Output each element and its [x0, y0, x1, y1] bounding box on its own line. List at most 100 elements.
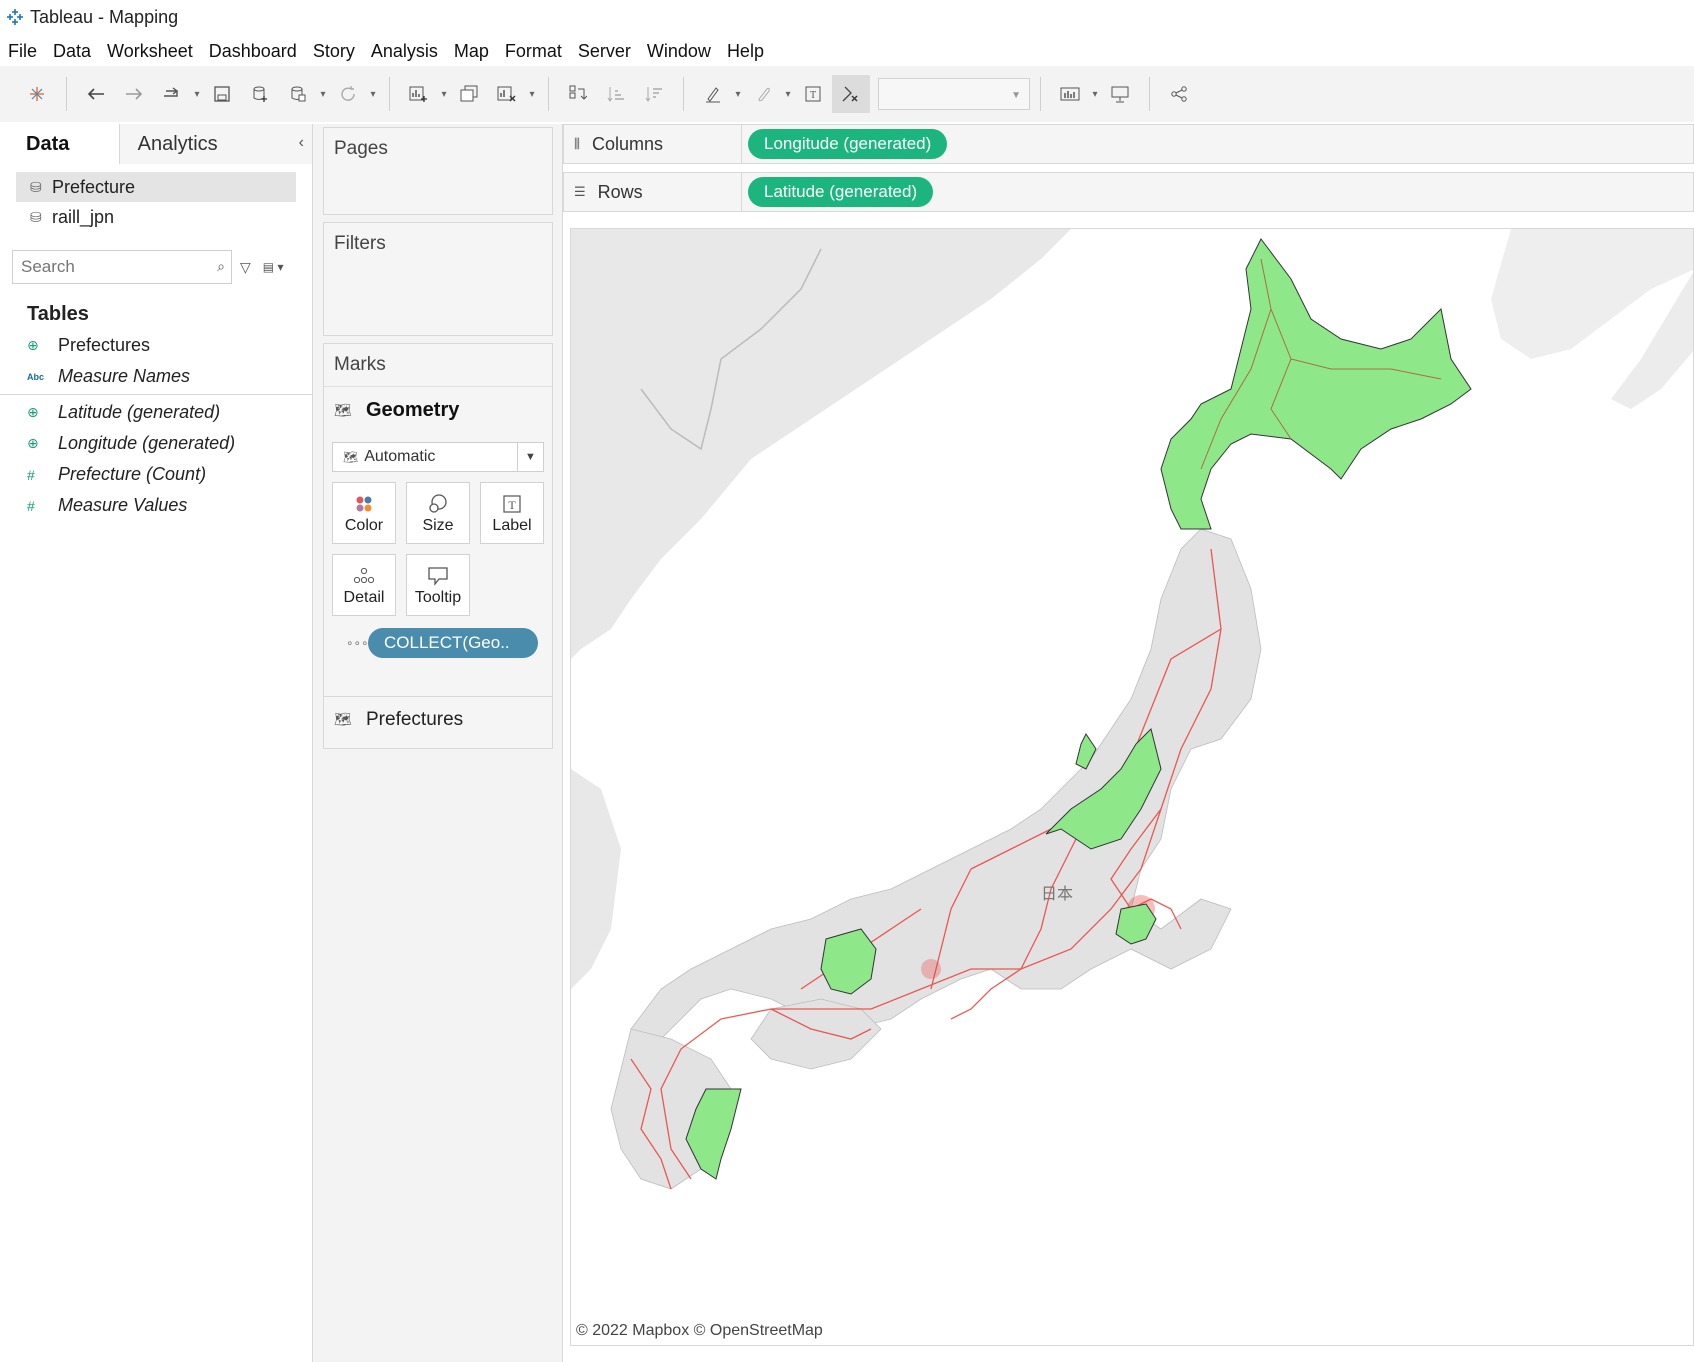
redo-icon[interactable]: [115, 75, 153, 113]
sort-descending-icon[interactable]: [635, 75, 673, 113]
field-latitude-generated[interactable]: ⊕ Latitude (generated): [0, 397, 312, 428]
menu-dashboard[interactable]: Dashboard: [209, 41, 297, 62]
clear-sheet-dropdown-icon[interactable]: ▾: [526, 89, 538, 100]
tables-header: Tables: [27, 302, 89, 325]
search-input[interactable]: [21, 257, 201, 277]
clear-sheet-icon[interactable]: [488, 75, 526, 113]
detail-pill-row: ∘∘∘ COLLECT(Geo..: [324, 628, 552, 658]
columns-icon: ⫼: [574, 136, 580, 151]
korea-landmass: [571, 769, 621, 989]
show-cards-icon[interactable]: [1051, 75, 1089, 113]
replay-icon[interactable]: [153, 75, 191, 113]
abc-icon: Abc: [27, 371, 45, 382]
number-icon: #: [27, 497, 35, 514]
hokkaido-prefecture[interactable]: [1160, 238, 1472, 530]
highlight-dropdown-icon[interactable]: ▾: [732, 89, 744, 100]
map-layer-icon: 🗺: [334, 402, 352, 418]
view-options-icon[interactable]: ▤ ▾: [263, 260, 284, 274]
fit-width-dropdown[interactable]: ▼: [878, 78, 1030, 110]
datasource-label: Prefecture: [52, 176, 136, 197]
collapse-pane-icon[interactable]: ‹: [299, 134, 304, 152]
geo-icon: ⊕: [27, 337, 39, 353]
fix-axes-icon[interactable]: [832, 75, 870, 113]
country-label: 日本: [1041, 884, 1073, 903]
tab-data[interactable]: Data: [0, 124, 120, 164]
replay-dropdown-icon[interactable]: ▾: [191, 89, 203, 100]
search-field[interactable]: ⌕: [12, 250, 232, 284]
refresh-icon[interactable]: [329, 75, 367, 113]
menu-analysis[interactable]: Analysis: [371, 41, 438, 62]
undo-icon[interactable]: [77, 75, 115, 113]
menu-story[interactable]: Story: [313, 41, 355, 62]
menu-format[interactable]: Format: [505, 41, 562, 62]
datasource-options-icon[interactable]: [279, 75, 317, 113]
new-datasource-icon[interactable]: [241, 75, 279, 113]
title-bar: Tableau - Mapping: [0, 0, 1694, 34]
tableau-logo-icon: [7, 9, 23, 25]
map-view[interactable]: 日本: [570, 228, 1694, 1346]
columns-label-box: ⫼ Columns: [564, 125, 742, 163]
filters-card[interactable]: Filters: [323, 222, 553, 336]
rows-shelf[interactable]: ☰ Rows Latitude (generated): [563, 172, 1694, 212]
map-attribution[interactable]: © 2022 Mapbox © OpenStreetMap: [576, 1322, 823, 1340]
filter-icon[interactable]: ▽: [240, 259, 251, 276]
menu-server[interactable]: Server: [578, 41, 631, 62]
size-label: Size: [422, 517, 454, 534]
tab-analytics[interactable]: Analytics: [119, 124, 312, 164]
group-dropdown-icon[interactable]: ▾: [782, 89, 794, 100]
color-button[interactable]: Color: [332, 482, 396, 544]
share-icon[interactable]: [1160, 75, 1198, 113]
map-canvas[interactable]: 日本: [571, 229, 1694, 1346]
datasource-prefecture[interactable]: ⛁ Prefecture: [16, 172, 296, 202]
sort-ascending-icon[interactable]: [597, 75, 635, 113]
window-title: Tableau - Mapping: [30, 6, 179, 27]
field-measure-names[interactable]: Abc Measure Names: [0, 361, 312, 392]
mark-type-select[interactable]: 🗺 Automatic ▼: [332, 442, 544, 472]
latitude-pill[interactable]: Latitude (generated): [748, 177, 934, 207]
group-members-icon[interactable]: [744, 75, 782, 113]
new-worksheet-dropdown-icon[interactable]: ▾: [438, 89, 450, 100]
menu-data[interactable]: Data: [53, 41, 91, 62]
map-mark-icon: 🗺: [343, 450, 359, 464]
save-icon[interactable]: [203, 75, 241, 113]
refresh-dropdown-icon[interactable]: ▾: [367, 89, 379, 100]
collect-geometry-pill[interactable]: COLLECT(Geo..: [368, 628, 538, 658]
longitude-pill[interactable]: Longitude (generated): [748, 129, 948, 159]
detail-button[interactable]: Detail: [332, 554, 396, 616]
toolbar-separator: [389, 77, 390, 111]
presentation-mode-icon[interactable]: [1101, 75, 1139, 113]
menu-help[interactable]: Help: [727, 41, 764, 62]
datasource-raill-jpn[interactable]: ⛁ raill_jpn: [16, 202, 296, 232]
show-cards-dropdown-icon[interactable]: ▾: [1089, 89, 1101, 100]
menu-map[interactable]: Map: [454, 41, 489, 62]
swap-rows-columns-icon[interactable]: [559, 75, 597, 113]
label-button[interactable]: T Label: [480, 482, 544, 544]
duplicate-sheet-icon[interactable]: [450, 75, 488, 113]
new-worksheet-icon[interactable]: [400, 75, 438, 113]
toolbar: ▾ ▾ ▾ ▾ ▾ ▾ ▾ T ▼ ▾: [0, 66, 1694, 122]
marks-layer-prefectures[interactable]: 🗺 Prefectures: [324, 696, 552, 742]
field-label: Longitude (generated): [58, 433, 236, 453]
detail-icon: [353, 563, 375, 589]
mark-buttons: Color Size T Label Detail Tooltip: [324, 482, 552, 616]
datasource-dropdown-icon[interactable]: ▾: [317, 89, 329, 100]
pages-card[interactable]: Pages: [323, 127, 553, 215]
marks-title: Marks: [334, 354, 386, 375]
columns-shelf[interactable]: ⫼ Columns Longitude (generated): [563, 124, 1694, 164]
detail-label: Detail: [343, 589, 385, 606]
size-button[interactable]: Size: [406, 482, 470, 544]
rows-label: Rows: [597, 181, 643, 202]
marks-layer-geometry[interactable]: 🗺 Geometry: [324, 386, 552, 434]
tableau-home-icon[interactable]: [18, 75, 56, 113]
menu-window[interactable]: Window: [647, 41, 711, 62]
field-prefectures[interactable]: ⊕ Prefectures: [0, 330, 312, 361]
show-mark-labels-icon[interactable]: T: [794, 75, 832, 113]
menu-file[interactable]: File: [8, 41, 37, 62]
highlight-icon[interactable]: [694, 75, 732, 113]
tooltip-button[interactable]: Tooltip: [406, 554, 470, 616]
field-measure-values[interactable]: # Measure Values: [0, 490, 312, 521]
menu-worksheet[interactable]: Worksheet: [107, 41, 193, 62]
field-prefecture-count[interactable]: # Prefecture (Count): [0, 459, 312, 490]
field-longitude-generated[interactable]: ⊕ Longitude (generated): [0, 428, 312, 459]
filters-title: Filters: [334, 233, 386, 254]
